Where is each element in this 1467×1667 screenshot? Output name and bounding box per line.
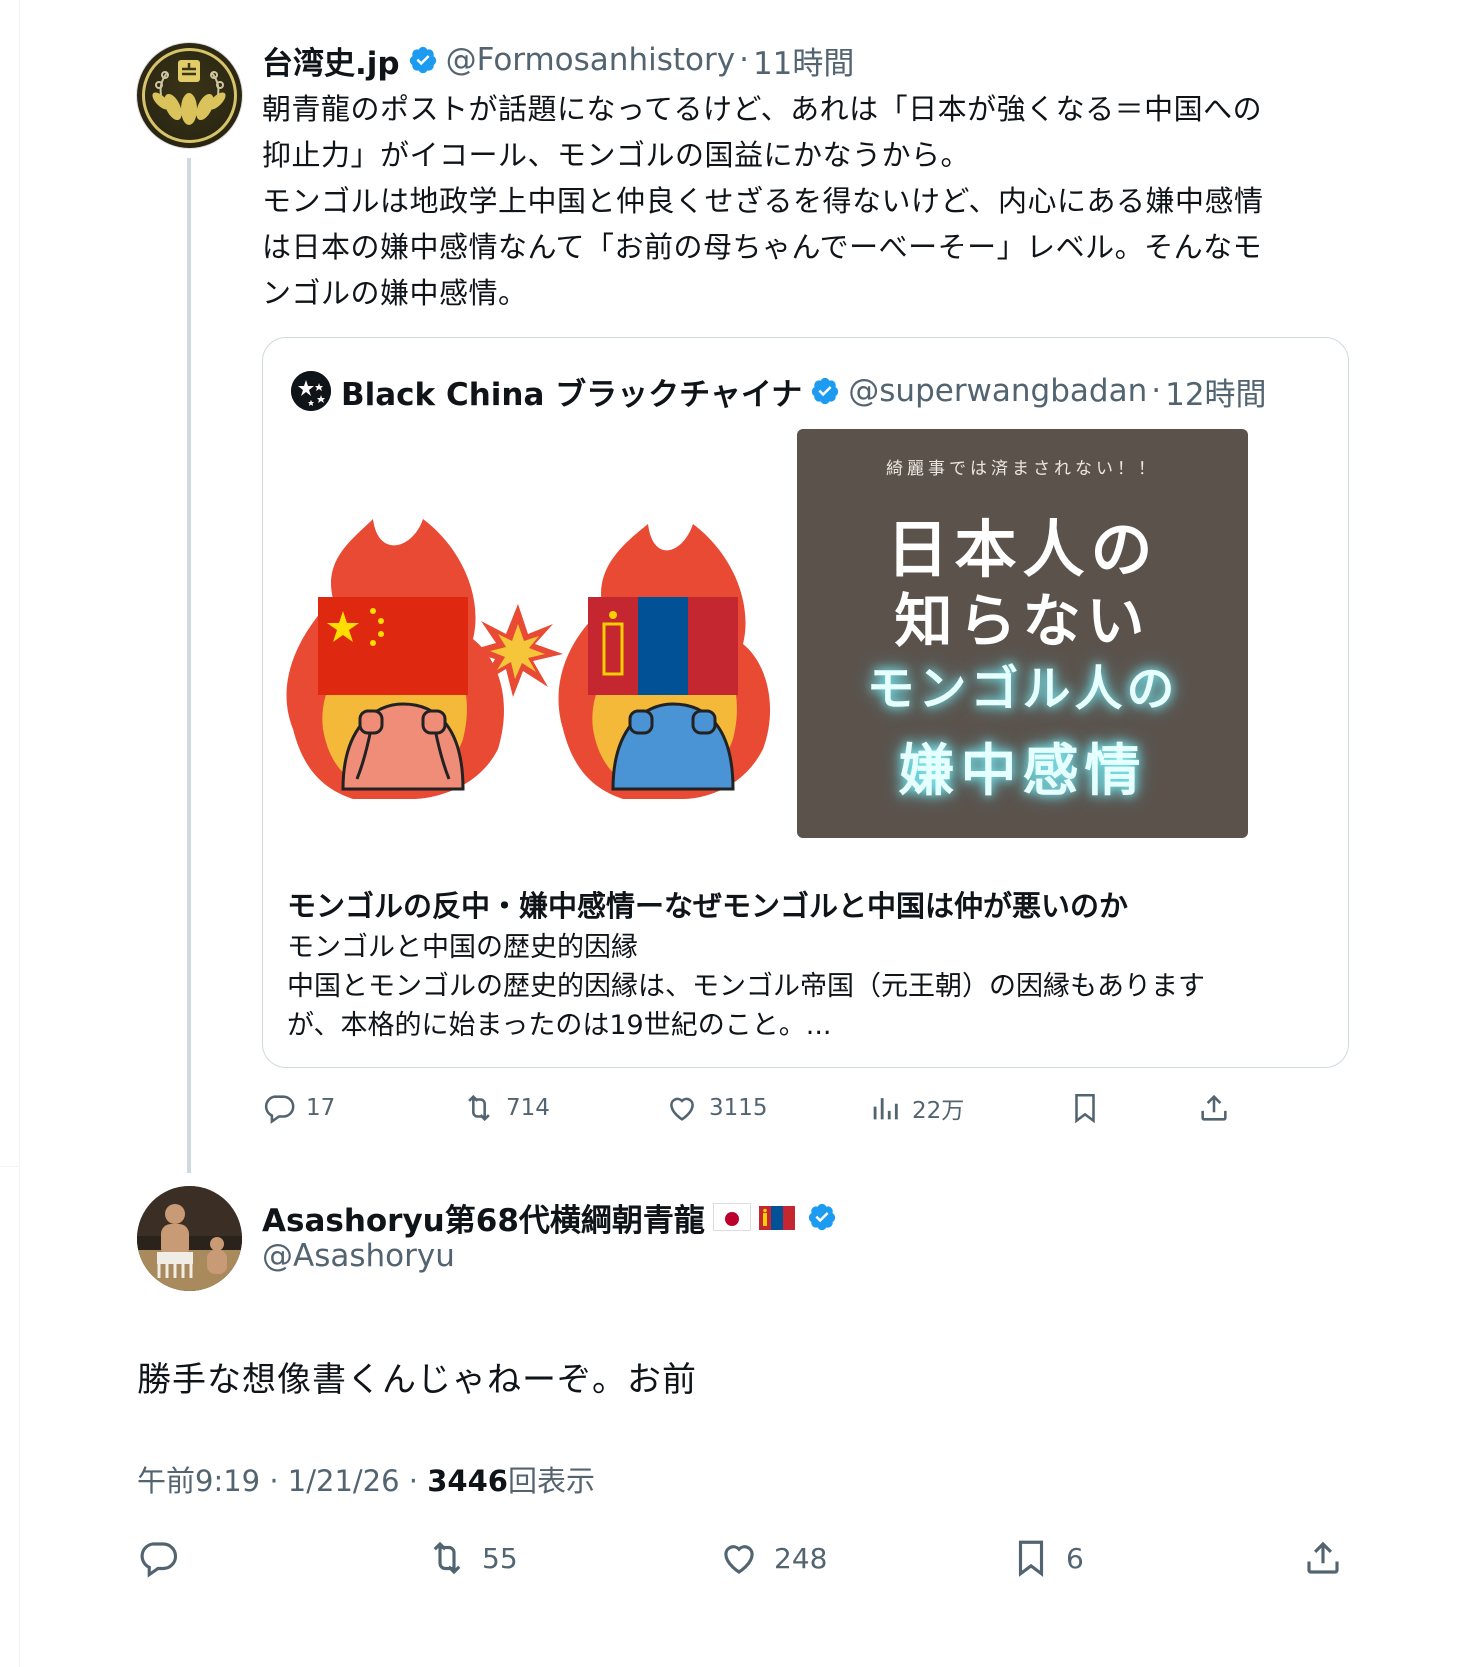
main-repost-button[interactable]: 55 [426,1533,518,1583]
parent-share-button[interactable] [1197,1088,1241,1128]
parent-timestamp[interactable]: 11時間 [753,38,854,83]
main-time[interactable]: 午前9:19 [137,1464,260,1498]
image-kicker: 綺麗事では済まされない！！ [886,459,1159,479]
meta-separator: · [269,1464,279,1498]
heart-icon [670,1097,694,1121]
quoted-display-name[interactable]: Black China ブラックチャイナ [341,369,802,414]
quoted-timestamp[interactable]: 12時間 [1165,369,1266,414]
main-date[interactable]: 1/21/26 [288,1464,400,1498]
views-chart-icon [873,1098,898,1120]
link-card-description: モンゴルと中国の歴史的因縁 中国とモンゴルの歴史的因縁は、モンゴル帝国（元王朝）… [287,932,1205,1041]
main-tweet-text: 勝手な想像書くんじゃねーぞ。お前 [137,1360,697,1400]
heart-icon [724,1545,754,1574]
parent-like-count: 3115 [709,1095,768,1121]
formosanhistory-avatar[interactable] [137,43,242,148]
main-tweet-meta: 午前9:19 · 1/21/26 · 3446回表示 [137,1458,595,1500]
quoted-handle[interactable]: @superwangbadan [848,373,1147,409]
parent-handle[interactable]: @Formosanhistory [446,42,735,78]
main-repost-count: 55 [482,1541,518,1575]
clash-burst [468,604,563,697]
thread-connector [187,158,191,1173]
stars-logo-icon [291,371,331,411]
main-bookmark-button[interactable]: 6 [1010,1533,1084,1583]
parent-display-name[interactable]: 台湾史.jp [262,38,400,83]
blackchina-avatar[interactable] [291,371,331,411]
meta-separator: · [739,42,749,78]
reply-icon [264,1095,295,1124]
parent-reply-button[interactable]: 17 [262,1088,335,1128]
main-reply-button[interactable] [137,1533,193,1583]
parent-views-button[interactable]: 22万 [868,1088,964,1128]
main-handle[interactable]: @Asashoryu [262,1238,455,1274]
left-border-tick [0,1166,20,1167]
left-border [19,0,20,1667]
parent-like-button[interactable]: 3115 [665,1088,768,1128]
mongolia-flag-icon [758,1204,795,1230]
main-view-label: 回表示 [507,1464,595,1498]
share-icon [1307,1541,1339,1574]
main-tweet-header: Asashoryu第68代横綱朝青龍 [262,1194,845,1240]
main-display-name[interactable]: Asashoryu第68代横綱朝青龍 [262,1195,705,1240]
parent-view-count: 22万 [912,1098,965,1124]
parent-repost-count: 714 [506,1095,550,1121]
quoted-tweet-header: Black China ブラックチャイナ @superwangbadan · 1… [291,368,1267,414]
share-icon [1201,1094,1227,1121]
bookmark-icon [1018,1540,1044,1577]
verified-badge-icon [409,46,436,74]
parent-bookmark-button[interactable] [1068,1088,1112,1128]
main-like-count: 248 [774,1541,828,1575]
repost-icon [468,1094,490,1122]
kamon-crest-icon [142,48,237,143]
main-bookmark-count: 6 [1066,1541,1084,1575]
left-flame-figure [286,519,504,799]
sumo-photo-icon [137,1186,242,1291]
verified-badge-icon [808,1203,836,1231]
reply-icon [140,1542,178,1578]
repost-icon [433,1541,461,1575]
link-card-title: モンゴルの反中・嫌中感情ーなぜモンゴルと中国は仲が悪いのか [287,889,1129,923]
meta-separator: · [408,1464,419,1498]
link-card-image[interactable]: 綺麗事では済まされない！！ 日本人の 知らない モンゴル人の 嫌中感情 [263,429,1348,868]
image-line4: 嫌中感情 [898,739,1147,804]
verified-badge-icon [812,377,839,405]
main-like-button[interactable]: 248 [718,1533,827,1583]
meta-separator: · [1151,373,1162,409]
japan-flag-icon [712,1203,751,1231]
image-line3: モンゴル人の [866,661,1179,717]
parent-repost-button[interactable]: 714 [462,1088,550,1128]
main-view-count: 3446 [427,1464,508,1498]
quoted-tweet-card[interactable]: Black China ブラックチャイナ @superwangbadan · 1… [262,337,1349,1068]
parent-tweet-header: 台湾史.jp @Formosanhistory · 11時間 [262,38,854,82]
asashoryu-avatar[interactable] [137,1186,242,1291]
right-flame-figure [558,524,771,799]
main-share-button[interactable] [1302,1533,1358,1583]
bookmark-icon [1075,1093,1095,1124]
parent-tweet-text: 朝青龍のポストが話題になってるけど、あれは「日本が強くなる＝中国への 抑止力」が… [262,92,1264,310]
parent-reply-count: 17 [306,1095,336,1121]
image-line2: 知らない [894,587,1151,655]
